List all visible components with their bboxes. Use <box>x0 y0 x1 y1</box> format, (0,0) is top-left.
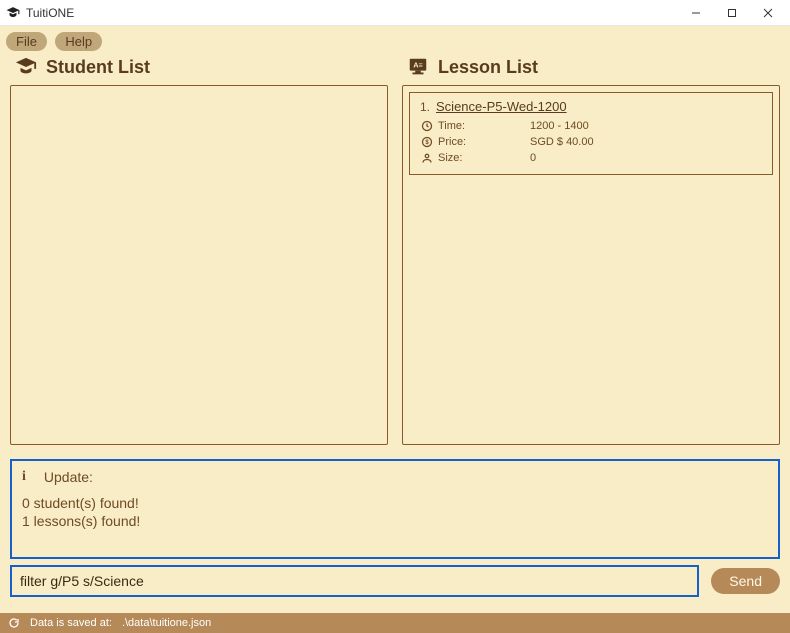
app-icon <box>6 6 20 20</box>
lesson-size-label: Size: <box>438 152 486 164</box>
lesson-list-panel: 1. Science-P5-Wed-1200 Time: 1200 - 1400… <box>402 85 780 445</box>
lesson-time-row: Time: 1200 - 1400 <box>420 118 762 134</box>
svg-text:A≡: A≡ <box>413 60 423 69</box>
command-row: Send <box>0 565 790 603</box>
update-line: 0 student(s) found! <box>22 495 768 511</box>
send-button[interactable]: Send <box>711 568 780 594</box>
app-body: File Help Student List A≡ Lesson List <box>0 26 790 633</box>
person-icon <box>420 151 434 165</box>
columns: Student List A≡ Lesson List 1. Science-P… <box>0 53 790 451</box>
student-icon <box>14 55 38 79</box>
student-list-heading: Student List <box>46 57 150 78</box>
student-list-panel <box>10 85 388 445</box>
student-list-header: Student List <box>10 53 388 85</box>
lesson-index: 1. <box>420 100 430 114</box>
status-bar: Data is saved at: .\data\tuitione.json <box>0 613 790 633</box>
window-close-button[interactable] <box>750 1 786 25</box>
window-titlebar: TuitiONE <box>0 0 790 26</box>
lesson-column: A≡ Lesson List 1. Science-P5-Wed-1200 Ti… <box>402 53 780 445</box>
menu-file[interactable]: File <box>6 32 47 51</box>
lesson-price-value: SGD $ 40.00 <box>530 136 594 148</box>
svg-text:$: $ <box>425 140 429 146</box>
lesson-time-value: 1200 - 1400 <box>530 120 589 132</box>
lesson-price-row: $ Price: SGD $ 40.00 <box>420 134 762 150</box>
lesson-size-value: 0 <box>530 152 536 164</box>
window-title: TuitiONE <box>26 6 74 20</box>
clock-icon <box>420 119 434 133</box>
info-icon: i <box>22 469 26 485</box>
menu-help[interactable]: Help <box>55 32 102 51</box>
lesson-name-link[interactable]: Science-P5-Wed-1200 <box>436 99 567 114</box>
update-heading: Update: <box>44 469 93 485</box>
lesson-card: 1. Science-P5-Wed-1200 Time: 1200 - 1400… <box>409 92 773 175</box>
lesson-list-heading: Lesson List <box>438 57 538 78</box>
update-line: 1 lessons(s) found! <box>22 513 768 529</box>
dollar-icon: $ <box>420 135 434 149</box>
student-column: Student List <box>10 53 388 445</box>
lesson-list-header: A≡ Lesson List <box>402 53 780 85</box>
save-status-icon <box>8 617 20 629</box>
lesson-icon: A≡ <box>406 55 430 79</box>
update-box: i Update: 0 student(s) found! 1 lessons(… <box>10 459 780 559</box>
window-maximize-button[interactable] <box>714 1 750 25</box>
menubar: File Help <box>0 26 790 53</box>
status-path: .\data\tuitione.json <box>122 617 211 629</box>
window-minimize-button[interactable] <box>678 1 714 25</box>
command-input[interactable] <box>10 565 699 597</box>
lesson-price-label: Price: <box>438 136 486 148</box>
lesson-time-label: Time: <box>438 120 486 132</box>
lesson-size-row: Size: 0 <box>420 150 762 166</box>
status-label: Data is saved at: <box>30 617 112 629</box>
